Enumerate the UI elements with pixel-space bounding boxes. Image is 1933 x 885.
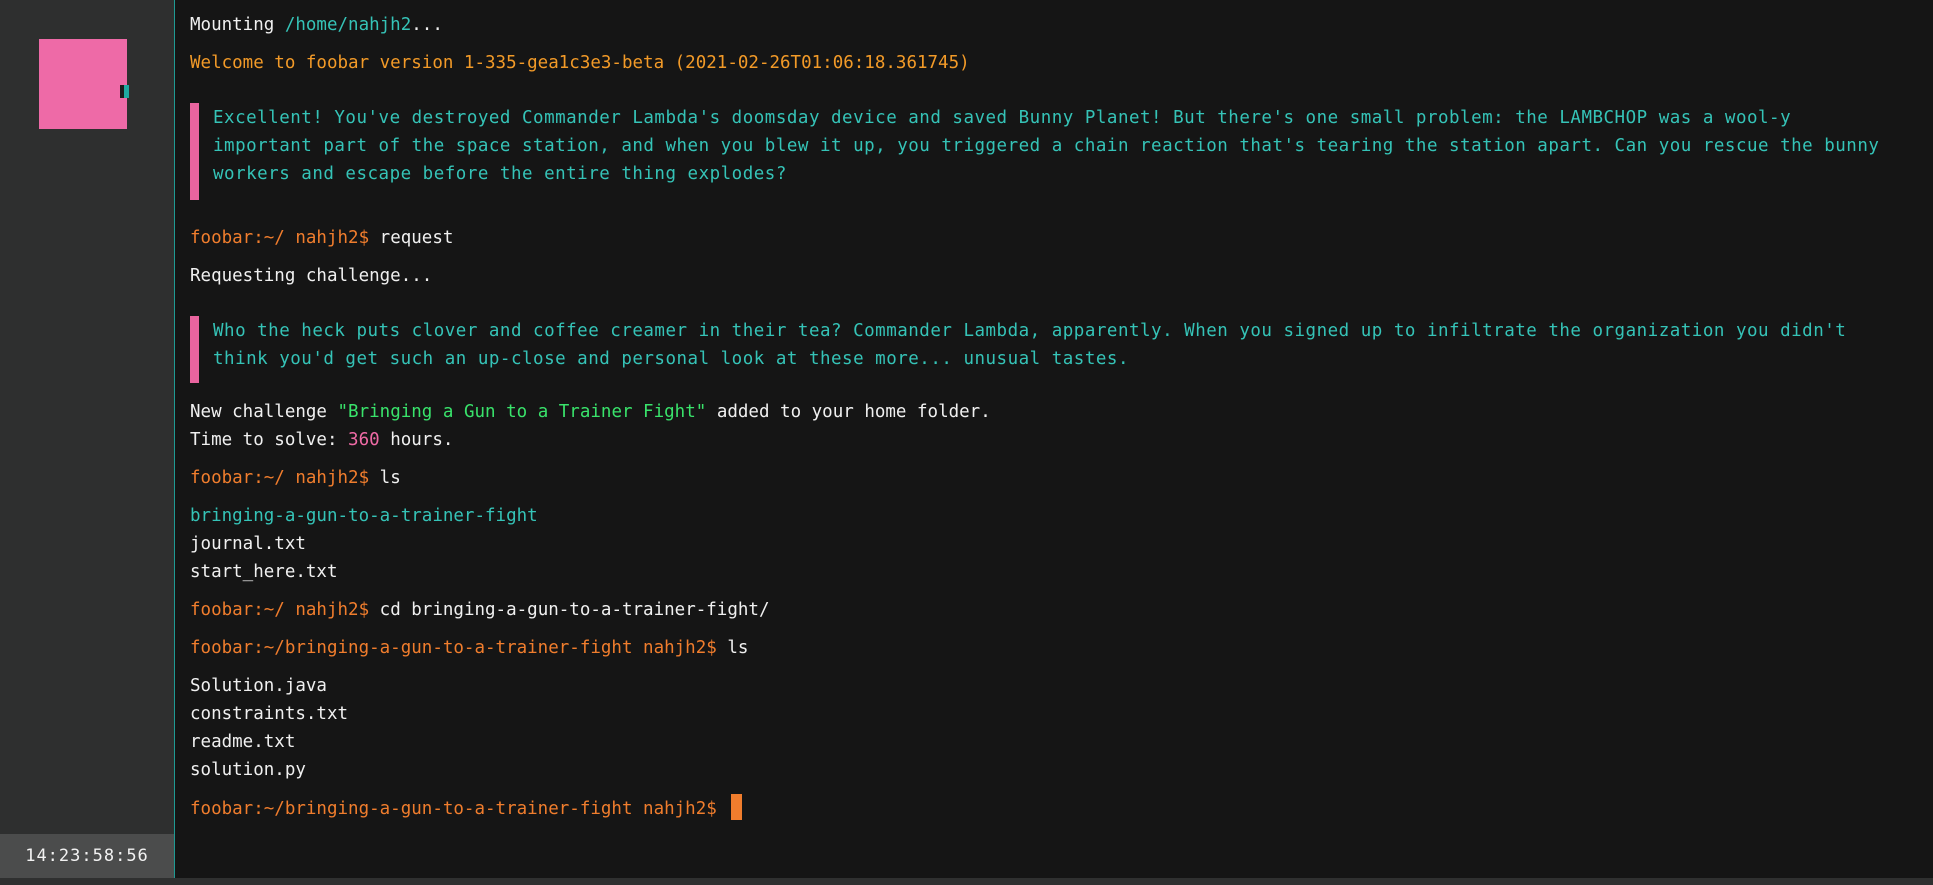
folder-entry: bringing-a-gun-to-a-trainer-fight xyxy=(190,506,538,526)
challenge-message: Who the heck puts clover and coffee crea… xyxy=(190,316,1899,383)
command-line-ls-home: foobar:~/ nahjh2$ ls xyxy=(190,464,401,492)
new-challenge-prefix: New challenge xyxy=(190,402,338,422)
file-entry: start_here.txt xyxy=(190,562,338,582)
time-prefix: Time to solve: xyxy=(190,430,349,450)
avatar-mark-icon xyxy=(120,85,129,98)
new-challenge-line: New challenge "Bringing a Gun to a Train… xyxy=(190,398,991,426)
mount-ellipsis: ... xyxy=(411,15,443,35)
file-entry: constraints.txt xyxy=(190,704,349,724)
file-entry: journal.txt xyxy=(190,534,306,554)
sidebar: 14:23:58:56 xyxy=(0,0,174,878)
countdown-clock: 14:23:58:56 xyxy=(0,834,174,878)
text-cursor[interactable] xyxy=(731,794,743,820)
time-hours: 360 xyxy=(348,430,380,450)
command-text: cd bringing-a-gun-to-a-trainer-fight/ xyxy=(379,600,770,620)
terminal-output[interactable]: Mounting /home/nahjh2... Welcome to foob… xyxy=(175,0,1933,878)
bottom-border xyxy=(0,878,1933,885)
time-to-solve-line: Time to solve: 360 hours. xyxy=(190,426,453,454)
command-input-line[interactable]: foobar:~/bringing-a-gun-to-a-trainer-fig… xyxy=(190,794,743,822)
command-line-cd: foobar:~/ nahjh2$ cd bringing-a-gun-to-a… xyxy=(190,596,769,624)
prompt: foobar:~/bringing-a-gun-to-a-trainer-fig… xyxy=(190,799,728,819)
requesting-line: Requesting challenge... xyxy=(190,266,433,286)
file-entry: Solution.java xyxy=(190,676,327,696)
avatar xyxy=(39,39,129,129)
new-challenge-suffix: added to your home folder. xyxy=(706,402,991,422)
command-text: request xyxy=(379,228,454,248)
command-text: ls xyxy=(379,468,401,488)
mount-path: /home/nahjh2 xyxy=(284,15,412,35)
prompt: foobar:~/ nahjh2$ xyxy=(190,468,380,488)
file-entry: solution.py xyxy=(190,760,306,780)
time-suffix: hours. xyxy=(379,430,454,450)
command-text: ls xyxy=(727,638,749,658)
intro-message-text: Excellent! You've destroyed Commander La… xyxy=(213,108,1880,184)
prompt: foobar:~/ nahjh2$ xyxy=(190,228,380,248)
mount-label: Mounting xyxy=(190,15,285,35)
mount-line: Mounting /home/nahjh2... xyxy=(190,11,443,39)
command-line-request: foobar:~/ nahjh2$ request xyxy=(190,224,453,252)
intro-message: Excellent! You've destroyed Commander La… xyxy=(190,103,1899,200)
file-entry: readme.txt xyxy=(190,732,296,752)
command-line-ls-challenge: foobar:~/bringing-a-gun-to-a-trainer-fig… xyxy=(190,634,748,662)
prompt: foobar:~/bringing-a-gun-to-a-trainer-fig… xyxy=(190,638,728,658)
prompt: foobar:~/ nahjh2$ xyxy=(190,600,380,620)
welcome-line: Welcome to foobar version 1-335-gea1c3e3… xyxy=(190,53,970,73)
challenge-message-text: Who the heck puts clover and coffee crea… xyxy=(213,321,1847,369)
foobar-window: 14:23:58:56 Mounting /home/nahjh2... Wel… xyxy=(0,0,1933,885)
challenge-name: "Bringing a Gun to a Trainer Fight" xyxy=(337,402,707,422)
